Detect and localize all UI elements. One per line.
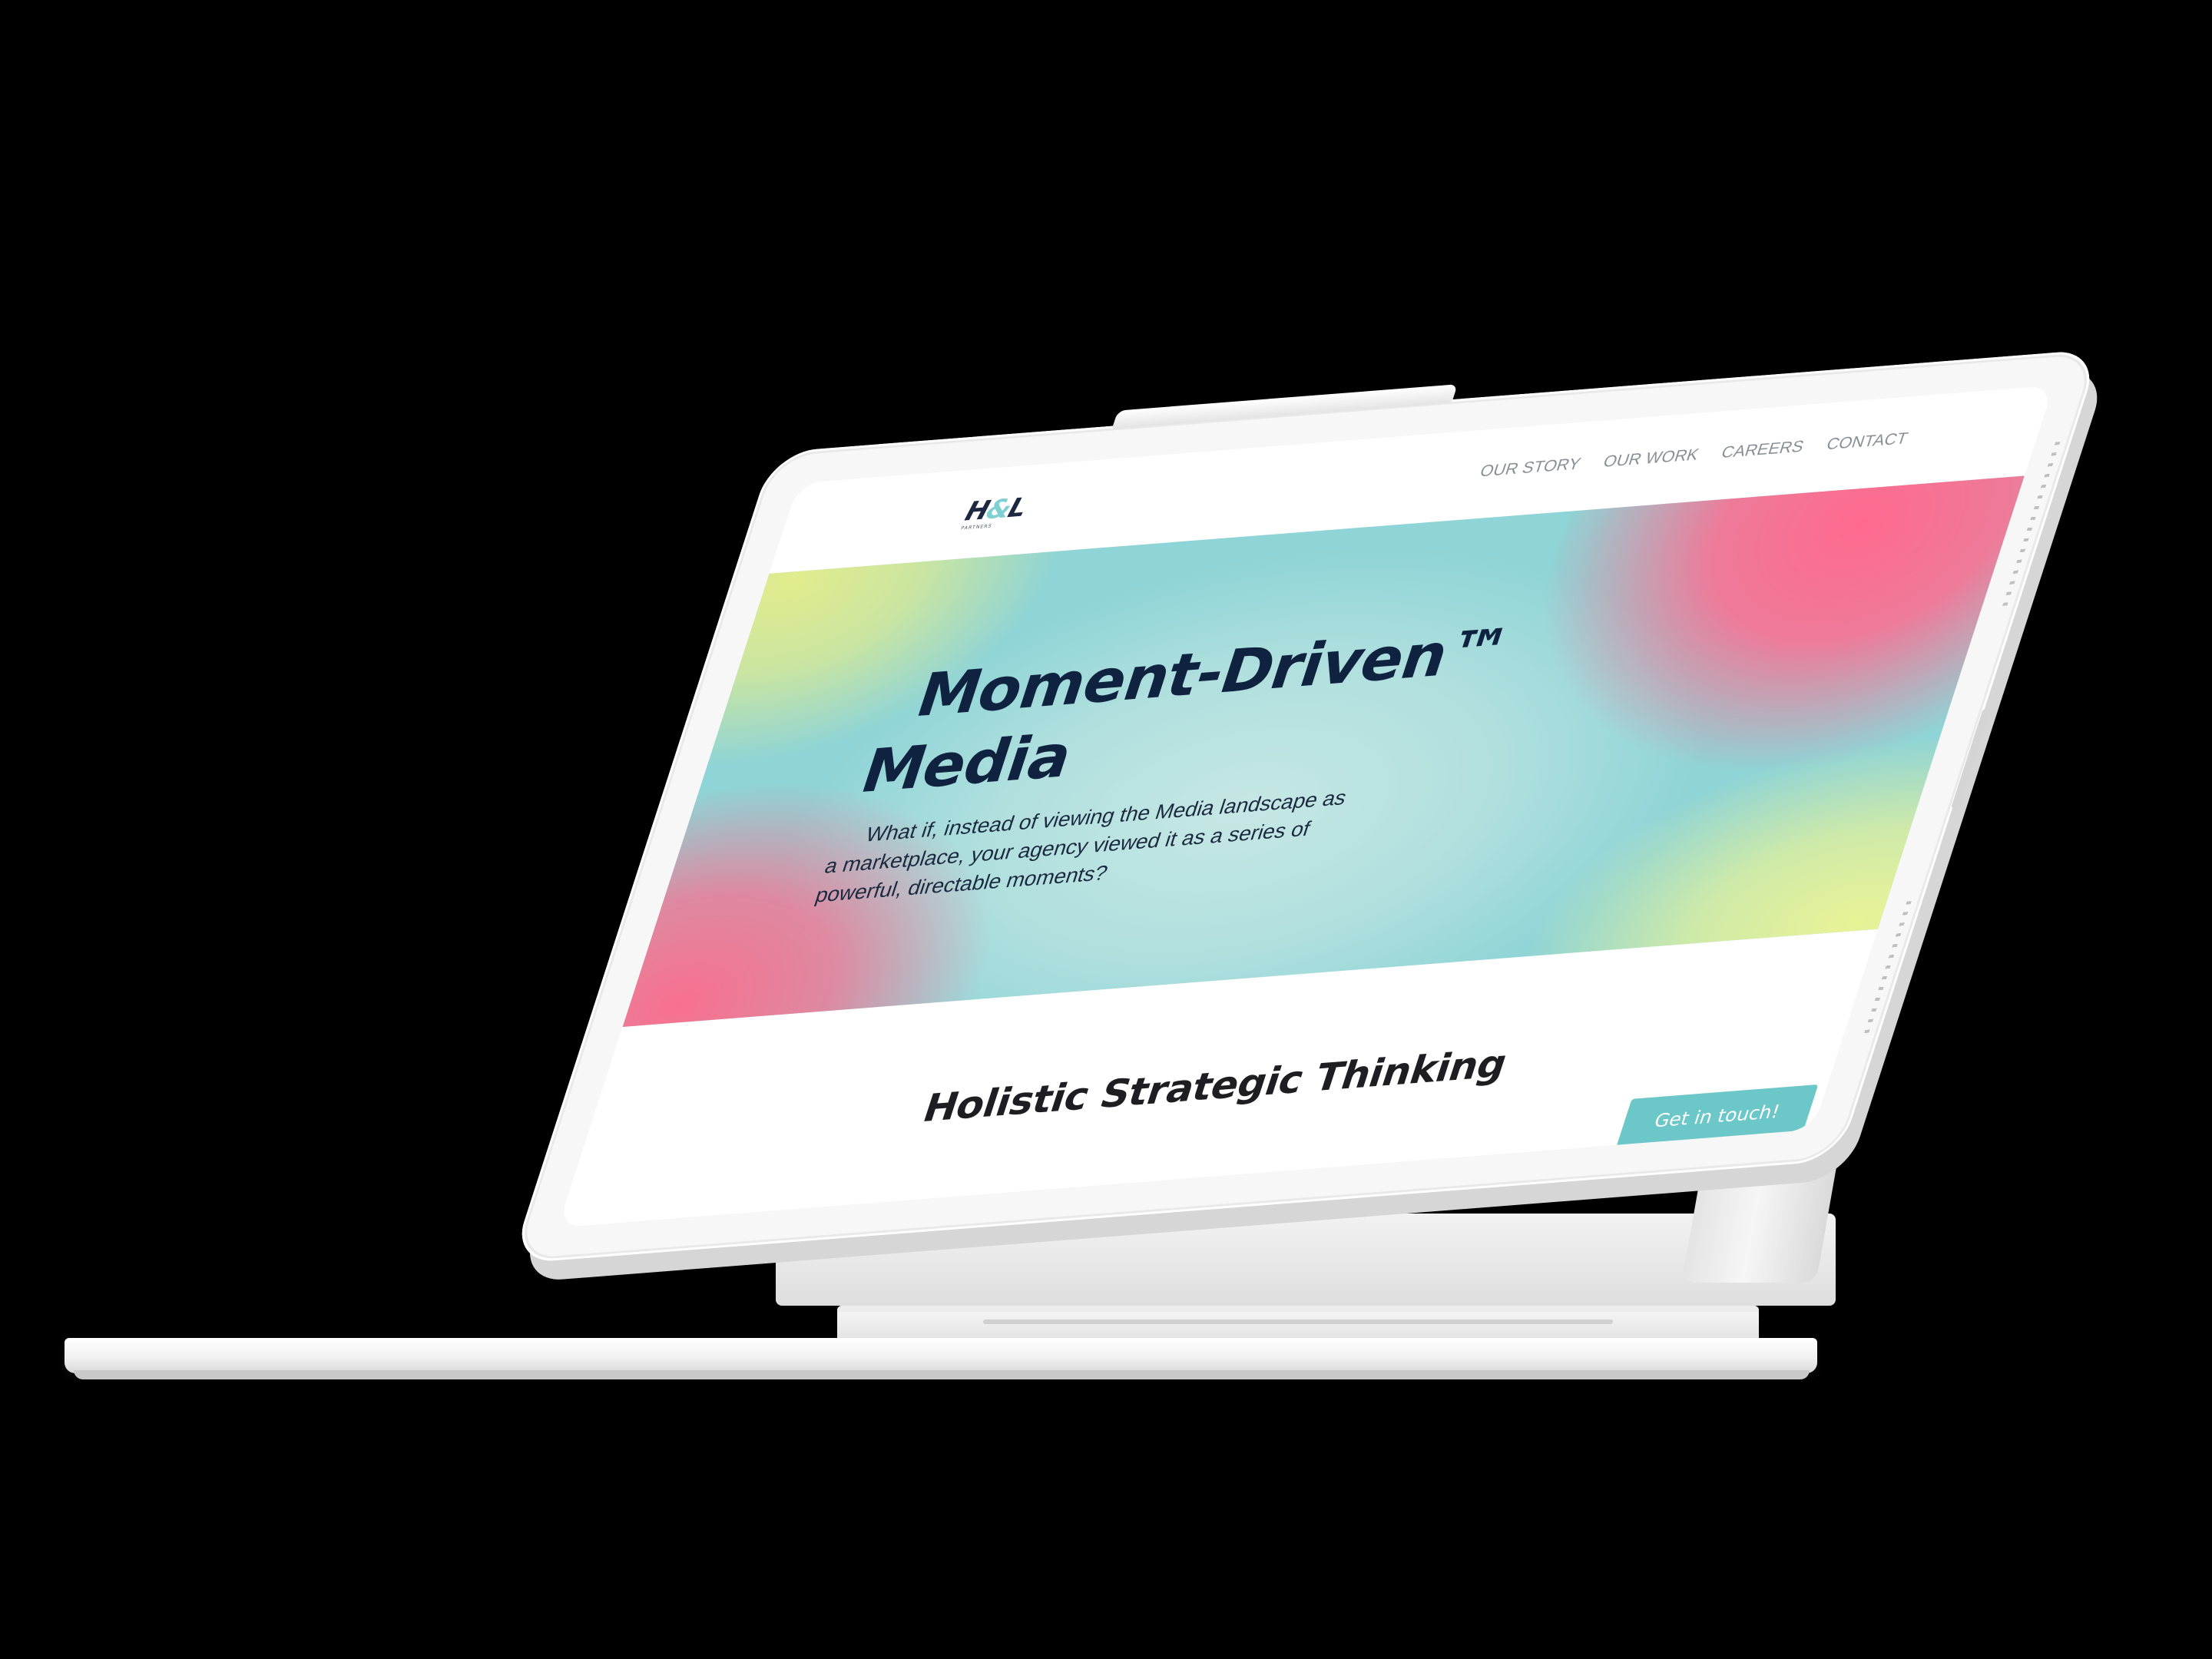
nav-our-work[interactable]: OUR WORK [1601, 445, 1700, 472]
hero-title: Moment-Driven™ Media [852, 607, 1611, 810]
nav-careers[interactable]: CAREERS [1719, 438, 1806, 462]
stylus-pencil [1111, 384, 1458, 429]
nav-contact[interactable]: CONTACT [1824, 429, 1910, 454]
keyboard-hinge [837, 1306, 1759, 1343]
tablet-screen: H&L PARTNERS OUR STORY OUR WORK CAREERS … [558, 385, 2054, 1228]
get-in-touch-button[interactable]: Get in touch! [1616, 1084, 1819, 1147]
nav-our-story[interactable]: OUR STORY [1478, 455, 1583, 481]
site-logo[interactable]: H&L PARTNERS [959, 492, 1042, 535]
keyboard-deck-edge [74, 1370, 1810, 1379]
main-nav: OUR STORY OUR WORK CAREERS CONTACT [1478, 429, 1910, 481]
tablet-device: H&L PARTNERS OUR STORY OUR WORK CAREERS … [510, 349, 2109, 1283]
device-mockup-scene: H&L PARTNERS OUR STORY OUR WORK CAREERS … [0, 0, 2212, 1659]
keyboard-deck [65, 1338, 1817, 1373]
